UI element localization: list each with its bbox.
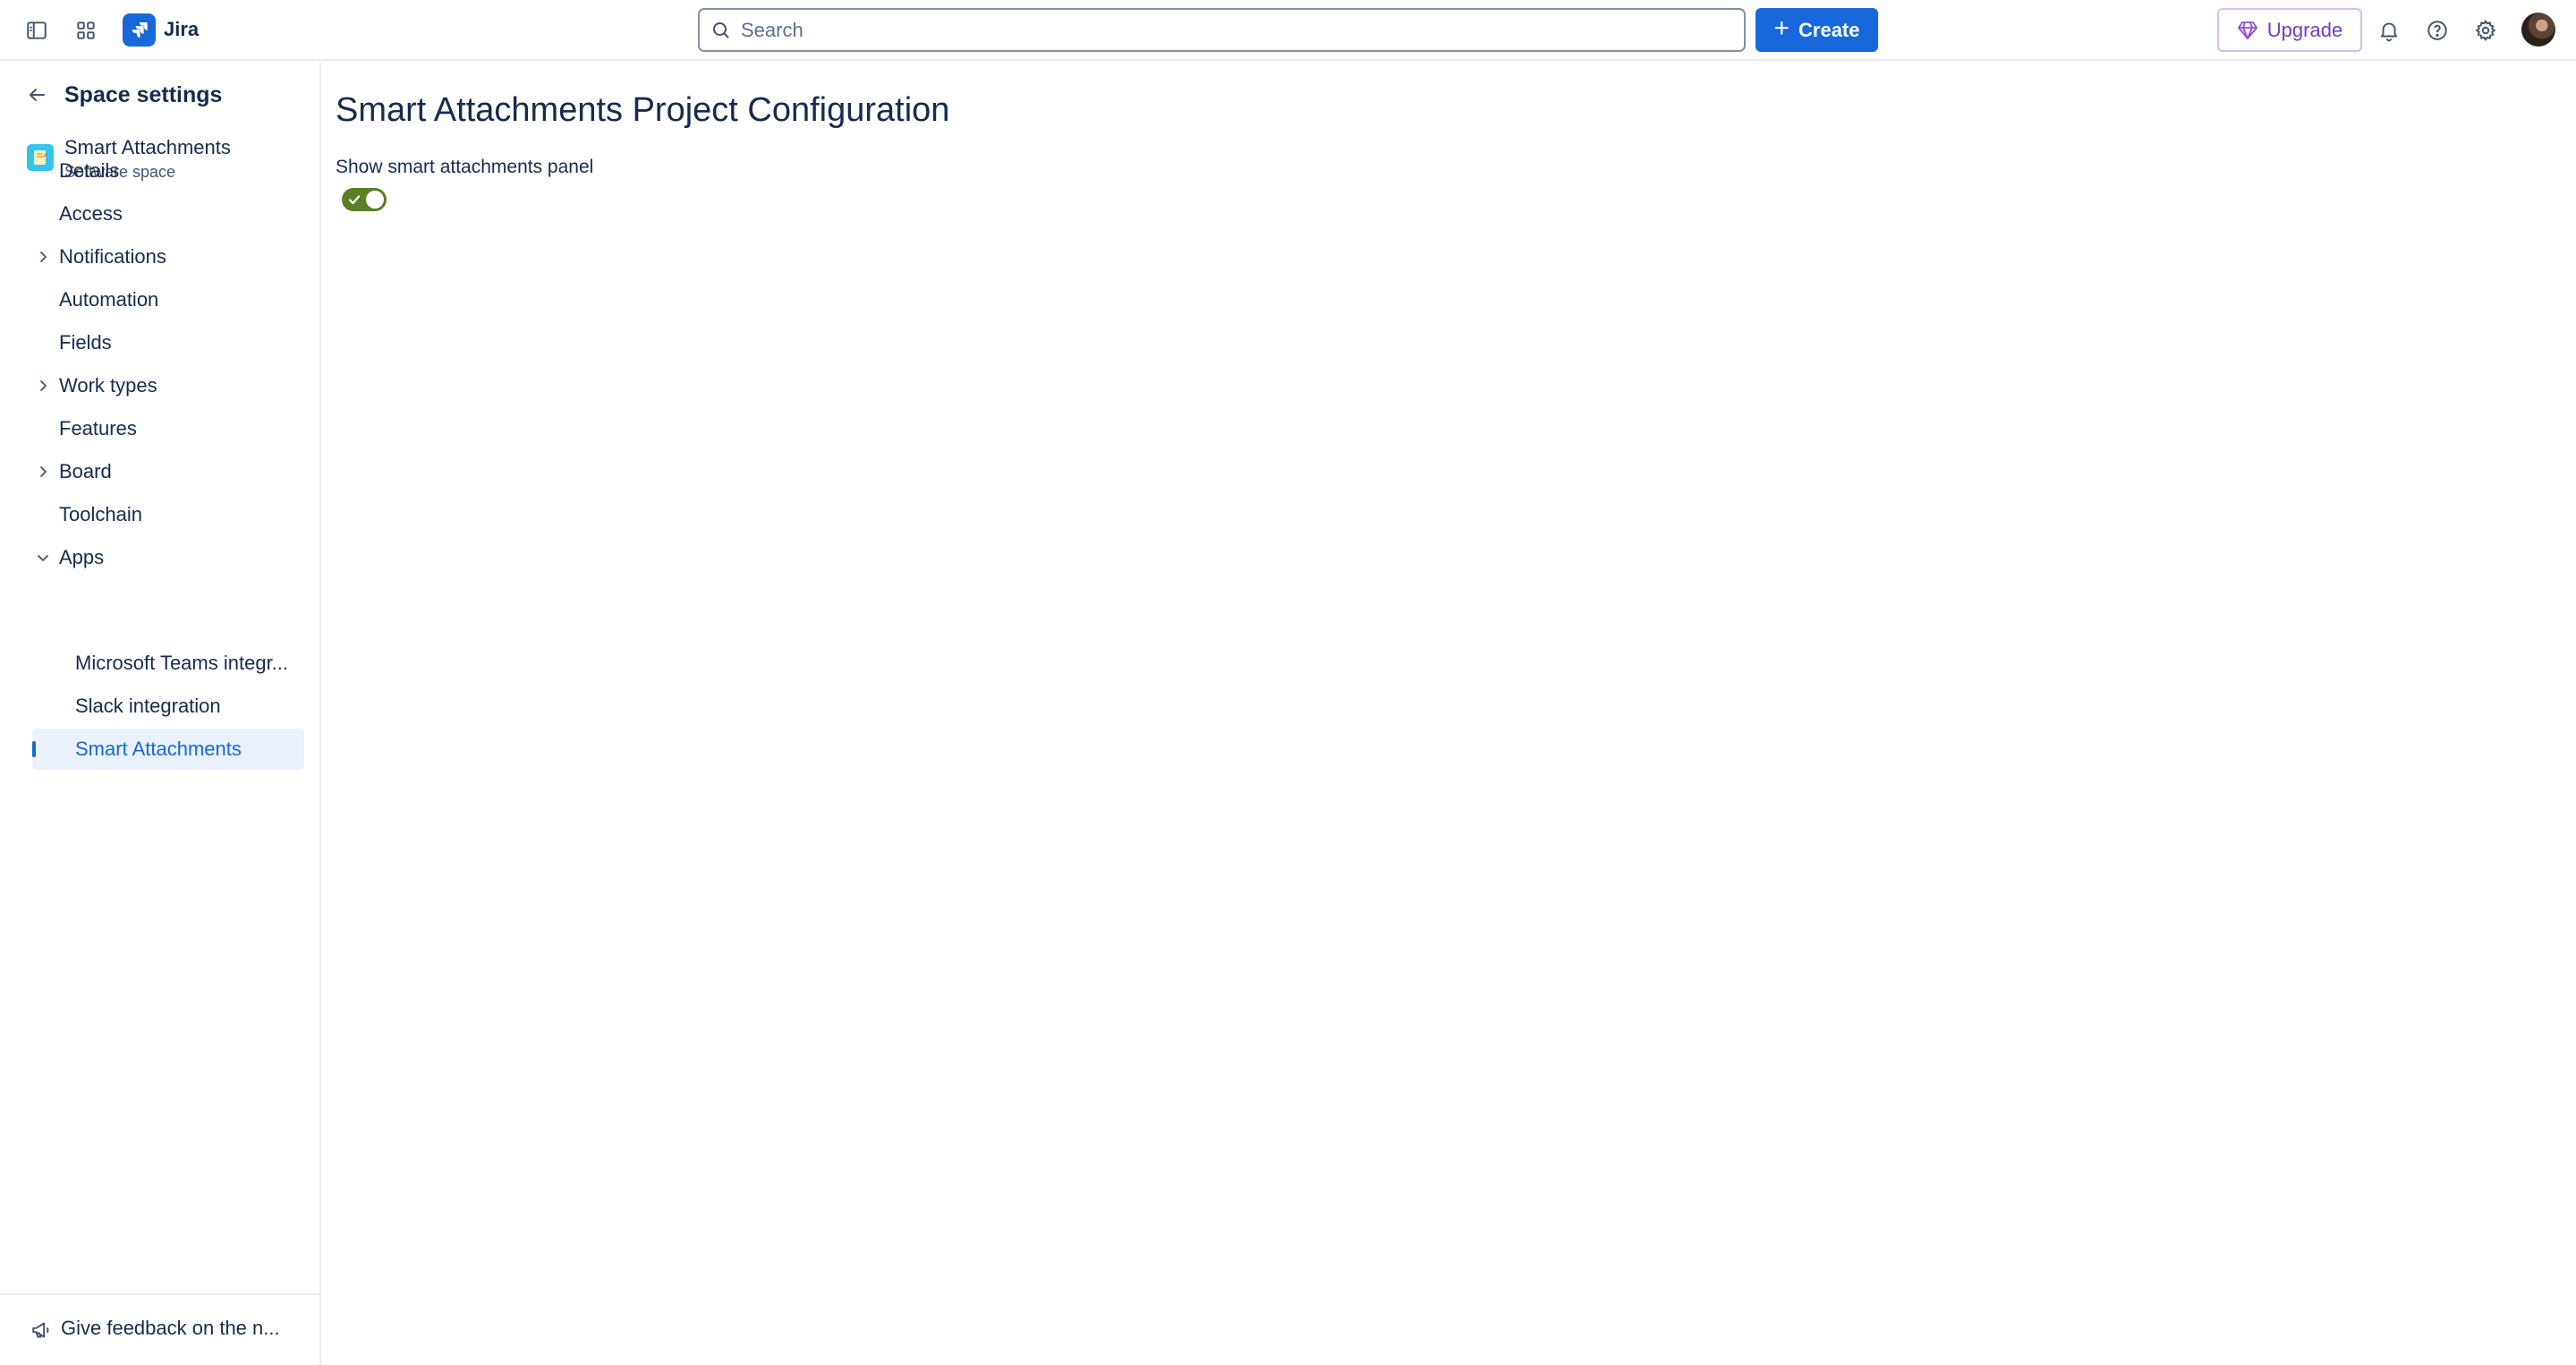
search-box[interactable]	[698, 8, 1746, 52]
search-input[interactable]	[741, 10, 1734, 50]
gem-icon	[2237, 21, 2257, 39]
sidebar-item-label: Work types	[59, 374, 157, 397]
jira-logo-icon[interactable]	[123, 13, 156, 47]
chevron-down-icon[interactable]	[32, 547, 54, 568]
plus-icon: +	[1773, 13, 1790, 43]
sidebar-item-label: Smart Attachments	[75, 738, 242, 760]
sidebar-item-label: Slack integration	[75, 695, 221, 717]
create-button-label: Create	[1798, 18, 1860, 41]
upgrade-button[interactable]: Upgrade	[2217, 8, 2362, 52]
create-button[interactable]: + Create	[1756, 8, 1878, 52]
chevron-right-icon[interactable]	[32, 461, 54, 482]
page-title: Smart Attachments Project Configuration	[336, 91, 950, 129]
show-panel-toggle[interactable]	[342, 188, 387, 211]
sidebar-title: Space settings	[64, 81, 223, 107]
sidebar-item-label: Board	[59, 460, 112, 482]
sidebar-item-smart-attachments[interactable]: Smart Attachments	[32, 729, 304, 770]
active-indicator	[32, 741, 36, 757]
sidebar-item-label: Automation	[59, 288, 159, 311]
bell-icon[interactable]	[2371, 13, 2407, 48]
space-settings-sidebar: Space settings Smart Attachments Softwar…	[0, 63, 321, 1365]
give-feedback-button[interactable]: Give feedback on the n...	[0, 1293, 319, 1365]
check-icon	[348, 195, 361, 205]
gear-icon[interactable]	[2468, 13, 2504, 48]
app-name[interactable]: Jira	[164, 17, 199, 42]
sidebar-item-label: Access	[59, 202, 123, 225]
sidebar-item-label: Fields	[59, 331, 112, 354]
top-navigation-bar: Jira + Create Upgrade	[0, 0, 2576, 61]
setting-label: Show smart attachments panel	[336, 157, 594, 177]
megaphone-icon	[32, 1322, 49, 1338]
app-switcher-icon[interactable]	[68, 13, 104, 48]
help-icon[interactable]	[2419, 13, 2455, 48]
sidebar-item-label: Notifications	[59, 245, 166, 268]
sidebar-item-microsoft-teams[interactable]: Microsoft Teams integr...	[32, 643, 304, 684]
sidebar-item-label: Details	[59, 159, 120, 182]
sidebar-toggle-icon[interactable]	[19, 13, 55, 48]
back-arrow-icon[interactable]	[23, 81, 50, 108]
chevron-right-icon[interactable]	[32, 375, 54, 397]
sidebar-item-label: Features	[59, 417, 137, 439]
toggle-knob	[366, 191, 384, 209]
chevron-right-icon[interactable]	[32, 246, 54, 268]
sidebar-item-label: Apps	[59, 546, 105, 568]
upgrade-button-label: Upgrade	[2266, 18, 2343, 41]
search-icon	[713, 22, 729, 38]
sidebar-item-slack-integration[interactable]: Slack integration	[32, 686, 304, 727]
project-avatar-icon	[27, 144, 54, 171]
avatar[interactable]	[2521, 13, 2555, 47]
back-to-space[interactable]: Space settings	[23, 79, 222, 111]
sidebar-item-label: Toolchain	[59, 503, 142, 525]
sidebar-item-label: Microsoft Teams integr...	[75, 652, 289, 674]
feedback-label: Give feedback on the n...	[61, 1317, 280, 1339]
project-name: Smart Attachments	[64, 136, 231, 158]
